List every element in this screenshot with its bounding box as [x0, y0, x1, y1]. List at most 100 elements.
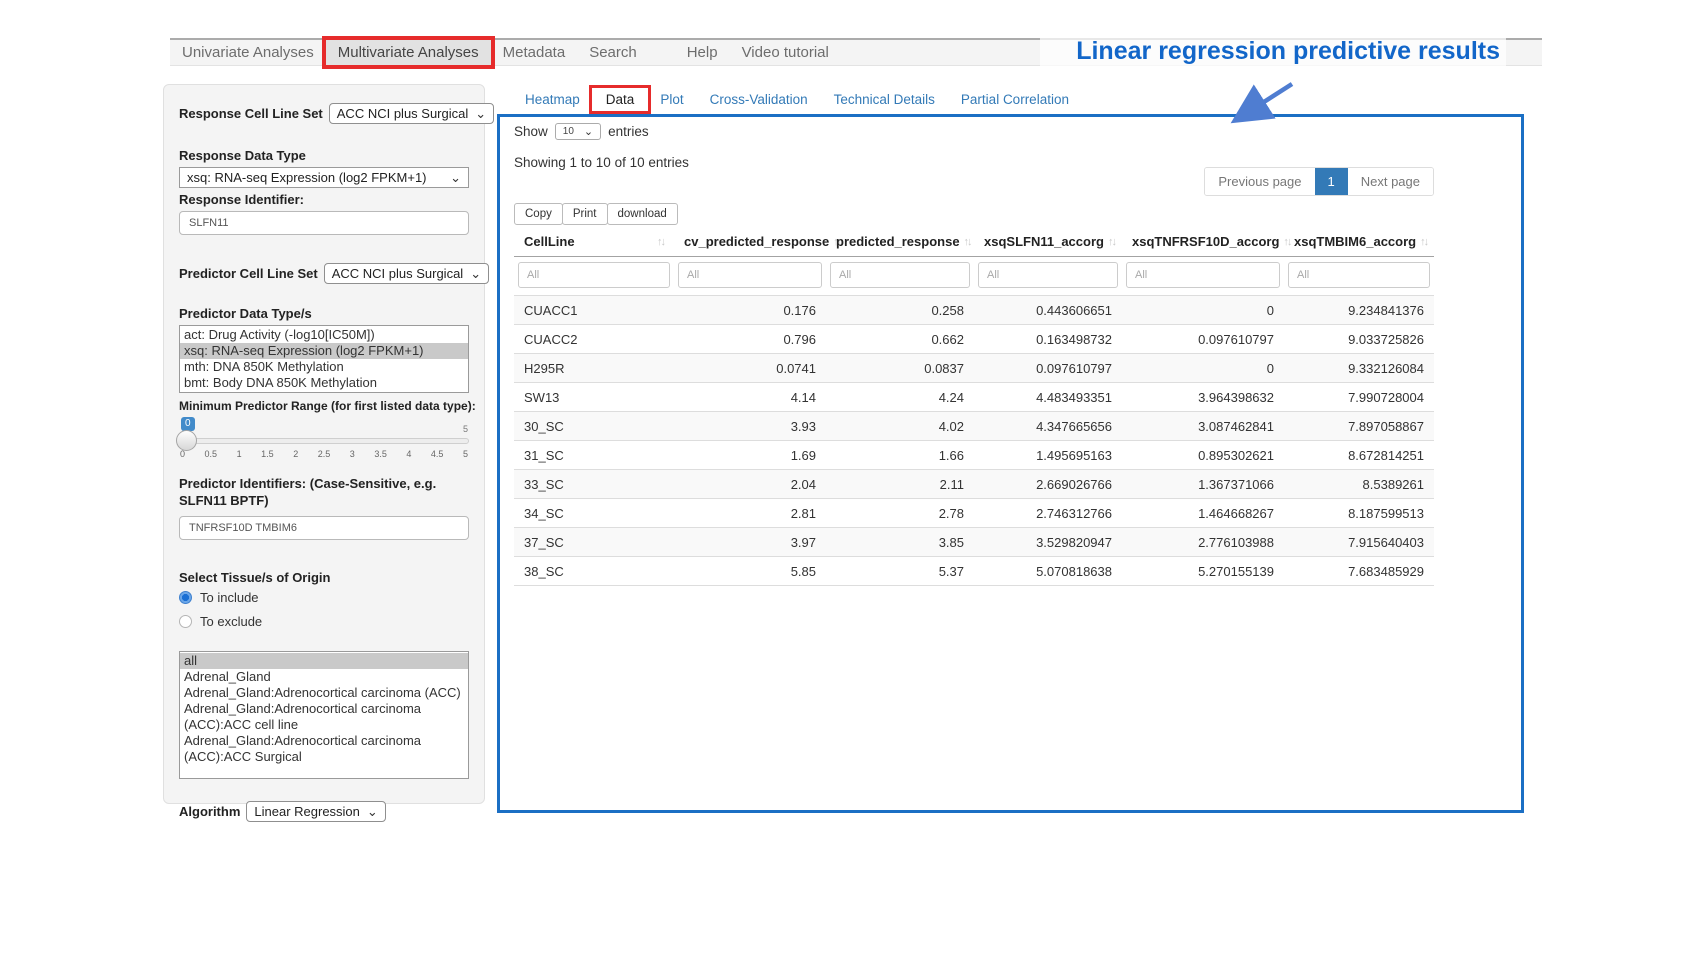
table-cell: 2.04	[674, 470, 826, 499]
table-cell: 1.464668267	[1122, 499, 1284, 528]
tissue-origin-option[interactable]: all	[180, 653, 468, 669]
nav-item-help[interactable]: Help	[675, 40, 730, 65]
table-cell: 0.796	[674, 325, 826, 354]
table-row: CUACC20.7960.6620.1634987320.0976107979.…	[514, 325, 1434, 354]
download-button[interactable]: download	[607, 203, 678, 225]
annotation-arrow-icon	[1222, 78, 1304, 130]
annotation-title: Linear regression predictive results	[1040, 36, 1506, 67]
slider-tick-label: 3	[350, 449, 355, 459]
radio-to-exclude[interactable]: To exclude	[179, 614, 469, 629]
response-data-type-select[interactable]: xsq: RNA-seq Expression (log2 FPKM+1) ⌄	[179, 167, 469, 188]
table-row: 33_SC2.042.112.6690267661.3673710668.538…	[514, 470, 1434, 499]
print-button[interactable]: Print	[562, 203, 608, 225]
table-cell: 4.483493351	[974, 383, 1122, 412]
filter-input-cv_predicted_response[interactable]	[678, 262, 822, 288]
radio-to-include[interactable]: To include	[179, 590, 469, 605]
predictor-cell-line-set-label: Predictor Cell Line Set	[179, 266, 318, 281]
slider-max-label: 5	[463, 424, 468, 434]
copy-button[interactable]: Copy	[514, 203, 563, 225]
predictor-data-types-label: Predictor Data Type/s	[179, 306, 469, 321]
table-cell: 9.234841376	[1284, 296, 1434, 325]
predictor-data-type-option[interactable]: mth: DNA 850K Methylation	[180, 359, 468, 375]
nav-item-video-tutorial[interactable]: Video tutorial	[730, 40, 841, 65]
slider-track[interactable]	[179, 438, 469, 444]
page-1-button[interactable]: 1	[1315, 168, 1348, 195]
predictor-identifiers-input[interactable]	[179, 516, 469, 540]
table-cell: 33_SC	[514, 470, 674, 499]
column-header-label: cv_predicted_response	[684, 234, 829, 249]
tab-partial-correlation[interactable]: Partial Correlation	[948, 89, 1082, 110]
table-cell: 0.895302621	[1122, 441, 1284, 470]
filter-input-xsqslfn11_accorg[interactable]	[978, 262, 1118, 288]
tab-cross-validation[interactable]: Cross-Validation	[697, 89, 821, 110]
chevron-down-icon: ⌄	[450, 173, 461, 183]
pagination: Previous page 1 Next page	[1204, 167, 1434, 196]
response-cell-line-set-select[interactable]: ACC NCI plus Surgical ⌄	[329, 103, 494, 124]
sort-icon[interactable]: ↑↓	[964, 236, 971, 248]
nav-item-univariate-analyses[interactable]: Univariate Analyses	[170, 40, 326, 65]
column-header-xsqtnfrsf10d_accorg[interactable]: xsqTNFRSF10D_accorg↑↓	[1122, 229, 1284, 257]
table-cell: 3.93	[674, 412, 826, 441]
nav-item-metadata[interactable]: Metadata	[491, 40, 578, 65]
table-cell: 1.367371066	[1122, 470, 1284, 499]
column-header-xsqtmbim6_accorg[interactable]: xsqTMBIM6_accorg ↑↓	[1284, 229, 1434, 257]
table-filter-row	[514, 257, 1434, 296]
tab-plot[interactable]: Plot	[647, 89, 696, 110]
filter-input-xsqtnfrsf10d_accorg[interactable]	[1126, 262, 1280, 288]
sort-icon[interactable]: ↑↓	[657, 236, 664, 248]
results-table: CellLine↑↓cv_predicted_response↑↓predict…	[514, 229, 1434, 586]
next-page-button[interactable]: Next page	[1348, 168, 1433, 195]
table-cell: 0.163498732	[974, 325, 1122, 354]
filter-input-predicted_response[interactable]	[830, 262, 970, 288]
table-cell: 3.964398632	[1122, 383, 1284, 412]
predictor-data-type-option[interactable]: act: Drug Activity (-log10[IC50M])	[180, 327, 468, 343]
table-header-row: CellLine↑↓cv_predicted_response↑↓predict…	[514, 229, 1434, 257]
tissue-origin-option[interactable]: Adrenal_Gland:Adrenocortical carcinoma (…	[180, 701, 468, 733]
table-info: Showing 1 to 10 of 10 entries	[514, 155, 689, 170]
sort-icon[interactable]: ↑↓	[1283, 236, 1290, 248]
predictor-data-type-option[interactable]: xsq: RNA-seq Expression (log2 FPKM+1)	[180, 343, 468, 359]
tab-heatmap[interactable]: Heatmap	[512, 89, 593, 110]
algorithm-select[interactable]: Linear Regression ⌄	[246, 801, 385, 822]
filter-input-cellline[interactable]	[518, 262, 670, 288]
filter-input-xsqtmbim6_accorg[interactable]	[1288, 262, 1430, 288]
radio-icon	[179, 615, 192, 628]
min-predictor-range-label: Minimum Predictor Range (for first liste…	[179, 399, 469, 413]
chevron-down-icon: ⌄	[470, 269, 481, 279]
table-cell: 0.258	[826, 296, 974, 325]
table-cell: 2.81	[674, 499, 826, 528]
slider-value-badge: 0	[181, 417, 195, 431]
results-tabs: HeatmapDataPlotCross-ValidationTechnical…	[512, 89, 1082, 110]
column-header-label: predicted_response	[836, 234, 960, 249]
slider-tick-label: 3.5	[374, 449, 387, 459]
previous-page-button[interactable]: Previous page	[1205, 168, 1314, 195]
column-header-xsqslfn11_accorg[interactable]: xsqSLFN11_accorg↑↓	[974, 229, 1122, 257]
column-header-cv_predicted_response[interactable]: cv_predicted_response↑↓	[674, 229, 826, 257]
tissue-origin-option[interactable]: Adrenal_Gland	[180, 669, 468, 685]
sort-icon[interactable]: ↑↓	[1420, 236, 1427, 248]
table-cell: 9.332126084	[1284, 354, 1434, 383]
entries-select[interactable]: 10 ⌄	[555, 123, 601, 140]
table-cell: 7.990728004	[1284, 383, 1434, 412]
predictor-data-type-option[interactable]: bmt: Body DNA 850K Methylation	[180, 375, 468, 391]
table-cell: 0	[1122, 296, 1284, 325]
response-identifier-input[interactable]	[179, 211, 469, 235]
tab-technical-details[interactable]: Technical Details	[821, 89, 948, 110]
column-header-predicted_response[interactable]: predicted_response ↑↓	[826, 229, 974, 257]
slider-handle[interactable]	[176, 430, 197, 451]
table-cell: 8.672814251	[1284, 441, 1434, 470]
table-cell: CUACC1	[514, 296, 674, 325]
column-header-label: xsqTMBIM6_accorg	[1294, 234, 1416, 249]
tissue-origin-option[interactable]: Adrenal_Gland:Adrenocortical carcinoma (…	[180, 685, 468, 701]
nav-item-multivariate-analyses[interactable]: Multivariate Analyses	[326, 40, 491, 65]
tissue-origin-option[interactable]: Adrenal_Gland:Adrenocortical carcinoma (…	[180, 733, 468, 765]
table-row: H295R0.07410.08370.09761079709.332126084	[514, 354, 1434, 383]
table-cell: 9.033725826	[1284, 325, 1434, 354]
sort-icon[interactable]: ↑↓	[1108, 236, 1115, 248]
results-panel: Show 10 ⌄ entries Showing 1 to 10 of 10 …	[497, 114, 1524, 813]
nav-item-search[interactable]: Search	[577, 40, 649, 65]
tab-data[interactable]: Data	[593, 89, 648, 110]
predictor-cell-line-set-select[interactable]: ACC NCI plus Surgical ⌄	[324, 263, 489, 284]
column-header-cellline[interactable]: CellLine↑↓	[514, 229, 674, 257]
show-label: Show	[514, 124, 548, 139]
